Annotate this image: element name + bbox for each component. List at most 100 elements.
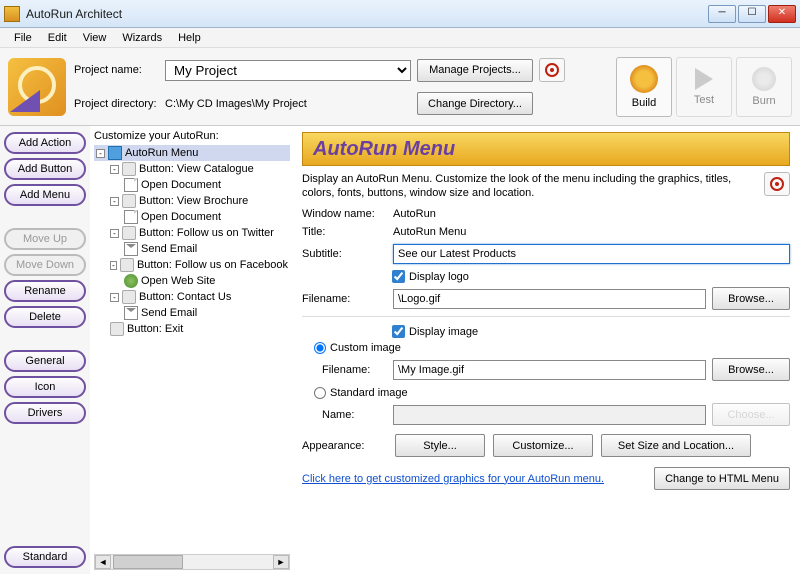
- button-icon: [120, 258, 134, 272]
- tree-scrollbar[interactable]: ◄ ►: [94, 554, 290, 570]
- custom-graphics-link[interactable]: Click here to get customized graphics fo…: [302, 473, 604, 485]
- menu-edit[interactable]: Edit: [40, 30, 75, 46]
- tree-title: Customize your AutoRun:: [94, 130, 290, 142]
- project-name-select[interactable]: My Project: [165, 60, 411, 81]
- expander-icon[interactable]: -: [110, 197, 119, 206]
- icon-button[interactable]: Icon: [4, 376, 86, 398]
- target-icon: [770, 177, 784, 191]
- appearance-label: Appearance:: [302, 440, 387, 452]
- panel-target-button[interactable]: [764, 172, 790, 196]
- menu-icon: [108, 146, 122, 160]
- display-logo-label: Display logo: [409, 271, 469, 283]
- tree-panel: Customize your AutoRun: -AutoRun Menu -B…: [90, 126, 292, 574]
- build-button[interactable]: Build: [616, 57, 672, 117]
- tree-action[interactable]: Open Document: [122, 177, 290, 193]
- image-filename-label: Filename:: [322, 364, 387, 376]
- menu-view[interactable]: View: [75, 30, 115, 46]
- expander-icon[interactable]: -: [110, 165, 119, 174]
- standard-image-radio[interactable]: [314, 387, 326, 399]
- app-logo-icon: [8, 58, 66, 116]
- style-button[interactable]: Style...: [395, 434, 485, 457]
- add-button-button[interactable]: Add Button: [4, 158, 86, 180]
- menu-wizards[interactable]: Wizards: [114, 30, 170, 46]
- tree-button[interactable]: -Button: View Brochure: [108, 193, 290, 209]
- scroll-thumb[interactable]: [113, 555, 183, 569]
- detail-header: AutoRun Menu: [302, 132, 790, 166]
- scroll-right-icon[interactable]: ►: [273, 555, 289, 569]
- custom-image-label: Custom image: [330, 342, 401, 354]
- delete-button[interactable]: Delete: [4, 306, 86, 328]
- display-image-checkbox[interactable]: [392, 325, 405, 338]
- standard-button[interactable]: Standard: [4, 546, 86, 568]
- change-html-menu-button[interactable]: Change to HTML Menu: [654, 467, 790, 490]
- std-name-input: [393, 405, 706, 425]
- disc-icon: [752, 67, 776, 91]
- tree-action[interactable]: Open Web Site: [122, 273, 290, 289]
- scroll-left-icon[interactable]: ◄: [95, 555, 111, 569]
- minimize-button[interactable]: ─: [708, 5, 736, 23]
- tree-action[interactable]: Send Email: [122, 241, 290, 257]
- rename-button[interactable]: Rename: [4, 280, 86, 302]
- project-dir-value: C:\My CD Images\My Project: [165, 98, 411, 110]
- subtitle-label: Subtitle:: [302, 248, 387, 260]
- tree-button[interactable]: -Button: Contact Us: [108, 289, 290, 305]
- browse-image-button[interactable]: Browse...: [712, 358, 790, 381]
- manage-projects-button[interactable]: Manage Projects...: [417, 59, 533, 82]
- expander-icon[interactable]: -: [110, 229, 119, 238]
- close-button[interactable]: ✕: [768, 5, 796, 23]
- std-name-label: Name:: [322, 409, 387, 421]
- customize-button[interactable]: Customize...: [493, 434, 593, 457]
- tree-button[interactable]: Button: Exit: [108, 321, 290, 337]
- test-button[interactable]: Test: [676, 57, 732, 117]
- expander-icon[interactable]: -: [110, 293, 119, 302]
- project-target-button[interactable]: [539, 58, 565, 82]
- logo-filename-input[interactable]: [393, 289, 706, 309]
- tree-root[interactable]: -AutoRun Menu: [94, 145, 290, 161]
- add-action-button[interactable]: Add Action: [4, 132, 86, 154]
- set-size-button[interactable]: Set Size and Location...: [601, 434, 751, 457]
- app-icon: [4, 6, 20, 22]
- autorun-tree[interactable]: -AutoRun Menu -Button: View Catalogue Op…: [94, 145, 290, 552]
- window-name-label: Window name:: [302, 208, 387, 220]
- logo-filename-label: Filename:: [302, 293, 387, 305]
- tree-action[interactable]: Send Email: [122, 305, 290, 321]
- expander-icon[interactable]: -: [110, 261, 117, 270]
- general-button[interactable]: General: [4, 350, 86, 372]
- standard-image-label: Standard image: [330, 387, 408, 399]
- menu-file[interactable]: File: [6, 30, 40, 46]
- burn-button[interactable]: Burn: [736, 57, 792, 117]
- maximize-button[interactable]: ☐: [738, 5, 766, 23]
- tree-button[interactable]: -Button: View Catalogue: [108, 161, 290, 177]
- add-menu-button[interactable]: Add Menu: [4, 184, 86, 206]
- browse-logo-button[interactable]: Browse...: [712, 287, 790, 310]
- play-icon: [695, 68, 713, 90]
- panel-heading: AutoRun Menu: [313, 138, 455, 161]
- subtitle-input[interactable]: [393, 244, 790, 264]
- custom-image-radio[interactable]: [314, 342, 326, 354]
- button-icon: [122, 290, 136, 304]
- burn-label: Burn: [752, 95, 775, 107]
- toolbar: Project name: My Project Manage Projects…: [0, 48, 800, 126]
- move-up-button[interactable]: Move Up: [4, 228, 86, 250]
- title-value: AutoRun Menu: [393, 226, 466, 238]
- target-icon: [545, 63, 559, 77]
- expander-icon[interactable]: -: [96, 149, 105, 158]
- image-filename-input[interactable]: [393, 360, 706, 380]
- tree-button[interactable]: -Button: Follow us on Twitter: [108, 225, 290, 241]
- choose-button: Choose...: [712, 403, 790, 426]
- globe-icon: [124, 274, 138, 288]
- titlebar: AutoRun Architect ─ ☐ ✕: [0, 0, 800, 28]
- button-icon: [122, 226, 136, 240]
- move-down-button[interactable]: Move Down: [4, 254, 86, 276]
- display-logo-checkbox[interactable]: [392, 270, 405, 283]
- tree-button[interactable]: -Button: Follow us on Facebook: [108, 257, 290, 273]
- drivers-button[interactable]: Drivers: [4, 402, 86, 424]
- tree-action[interactable]: Open Document: [122, 209, 290, 225]
- actions-sidebar: Add Action Add Button Add Menu Move Up M…: [0, 126, 90, 574]
- detail-panel: AutoRun Menu Display an AutoRun Menu. Cu…: [292, 126, 800, 574]
- menubar: File Edit View Wizards Help: [0, 28, 800, 48]
- window-title: AutoRun Architect: [26, 7, 708, 21]
- test-label: Test: [694, 94, 714, 106]
- change-directory-button[interactable]: Change Directory...: [417, 92, 533, 115]
- menu-help[interactable]: Help: [170, 30, 209, 46]
